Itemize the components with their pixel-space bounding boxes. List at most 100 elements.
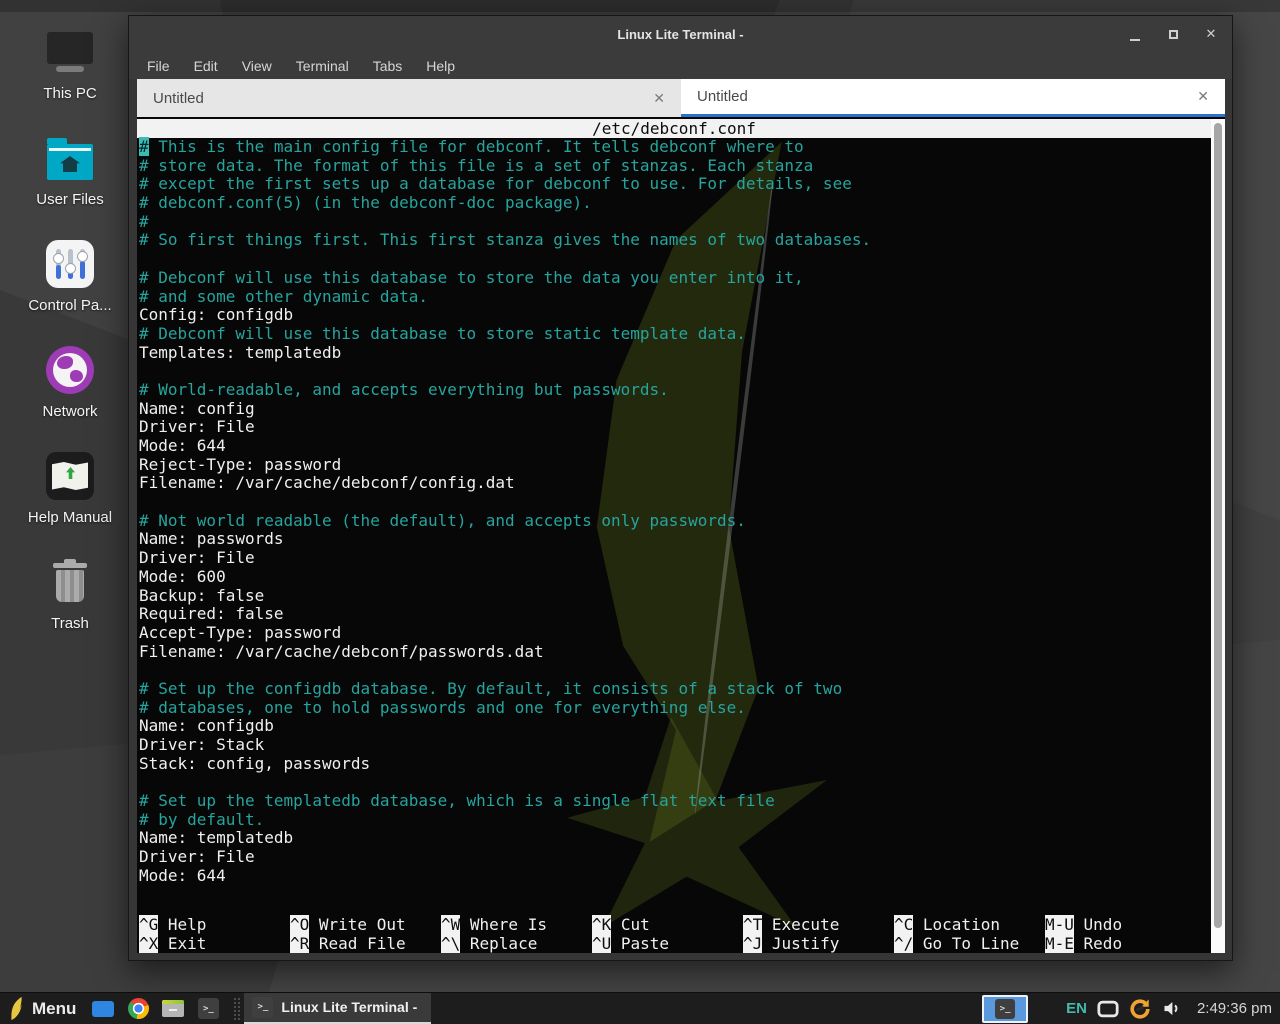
terminal-line: Filename: /var/cache/debconf/passwords.d… <box>139 643 1211 662</box>
terminal-line: # Debconf will use this database to stor… <box>139 269 1211 288</box>
nano-shortcut: ^/ Go To Line <box>894 934 1045 953</box>
terminal-line: Backup: false <box>139 587 1211 606</box>
terminal-line <box>139 362 1211 381</box>
terminal-line: Accept-Type: password <box>139 624 1211 643</box>
terminal-line <box>139 773 1211 792</box>
nano-shortcut: ^W Where Is <box>441 915 592 934</box>
window-content: Untitled ✕ Untitled ✕ GNU nano 7.2 /etc/… <box>137 79 1225 953</box>
window-controls: ✕ <box>1128 16 1218 52</box>
file-manager-icon[interactable] <box>160 996 186 1022</box>
language-indicator[interactable]: EN <box>1066 1000 1087 1017</box>
terminal-line: Name: templatedb <box>139 829 1211 848</box>
terminal-line: Mode: 600 <box>139 568 1211 587</box>
network-globe-icon <box>44 344 96 396</box>
terminal-line: Stack: config, passwords <box>139 755 1211 774</box>
system-tray: >_ EN 2:49:36 pm <box>982 995 1272 1023</box>
computer-icon <box>44 26 96 78</box>
desktop-icon-user-files[interactable]: User Files <box>8 132 132 208</box>
update-manager-icon[interactable] <box>1129 998 1151 1020</box>
terminal-screen[interactable]: GNU nano 7.2 /etc/debconf.conf # This is… <box>137 117 1225 953</box>
minimize-button[interactable] <box>1128 27 1142 41</box>
menu-file[interactable]: File <box>147 58 170 74</box>
menu-button[interactable]: Menu <box>32 999 76 1019</box>
scrollbar-thumb[interactable] <box>1214 123 1222 928</box>
terminal-line: # by default. <box>139 811 1211 830</box>
desktop-icon-label: Trash <box>51 616 89 632</box>
terminal-line: # Set up the configdb database. By defau… <box>139 680 1211 699</box>
menubar: File Edit View Terminal Tabs Help <box>129 52 1232 79</box>
nano-file-path: /etc/debconf.conf <box>137 119 1211 138</box>
terminal-line: Mode: 644 <box>139 437 1211 456</box>
nano-shortcut: ^O Write Out <box>290 915 441 934</box>
terminal-line: Required: false <box>139 605 1211 624</box>
nano-shortcut: ^G Help <box>139 915 290 934</box>
terminal-line <box>139 250 1211 269</box>
desktop-icon-help-manual[interactable]: Help Manual <box>8 450 132 526</box>
clock[interactable]: 2:49:36 pm <box>1197 1000 1272 1017</box>
terminal-line <box>139 661 1211 680</box>
nano-shortcut: ^U Paste <box>592 934 743 953</box>
desktop-icon-column: This PC User Files Control Pa... Network… <box>8 26 132 632</box>
terminal-line: Config: configdb <box>139 306 1211 325</box>
nano-shortcuts: ^G Help^O Write Out^W Where Is^K Cut^T E… <box>137 915 1211 953</box>
menu-terminal[interactable]: Terminal <box>296 58 349 74</box>
nano-shortcut-row: ^X Exit^R Read File^\ Replace^U Paste^J … <box>139 934 1211 953</box>
help-manual-icon <box>44 450 96 502</box>
tab-close-icon[interactable]: ✕ <box>1197 88 1209 105</box>
menu-tabs[interactable]: Tabs <box>373 58 403 74</box>
tray-terminal-button[interactable]: >_ <box>982 995 1028 1023</box>
scrollbar-track[interactable] <box>1211 119 1225 953</box>
nano-title-bar: GNU nano 7.2 /etc/debconf.conf <box>137 119 1211 138</box>
nano-editor: GNU nano 7.2 /etc/debconf.conf # This is… <box>137 119 1211 953</box>
terminal-line: # <box>139 213 1211 232</box>
taskbar-separator <box>234 998 240 1020</box>
terminal-line: # Debconf will use this database to stor… <box>139 325 1211 344</box>
desktop-icon-this-pc[interactable]: This PC <box>8 26 132 102</box>
linux-lite-logo-icon[interactable] <box>8 996 28 1022</box>
maximize-button[interactable] <box>1166 27 1180 41</box>
close-button[interactable]: ✕ <box>1204 27 1218 41</box>
home-folder-icon <box>44 132 96 184</box>
terminal-line: # databases, one to hold passwords and o… <box>139 699 1211 718</box>
tab-untitled-2[interactable]: Untitled ✕ <box>681 79 1225 117</box>
tab-untitled-1[interactable]: Untitled ✕ <box>137 79 681 117</box>
nano-shortcut: ^J Justify <box>743 934 894 953</box>
menu-edit[interactable]: Edit <box>194 58 218 74</box>
chrome-icon[interactable] <box>125 996 151 1022</box>
terminal-icon[interactable]: >_ <box>195 996 221 1022</box>
terminal-line: Name: configdb <box>139 717 1211 736</box>
terminal-line <box>139 493 1211 512</box>
nano-shortcut-row: ^G Help^O Write Out^W Where Is^K Cut^T E… <box>139 915 1211 934</box>
trash-icon <box>44 556 96 608</box>
nano-shortcut: ^T Execute <box>743 915 894 934</box>
tab-label: Untitled <box>697 88 748 105</box>
terminal-line: # This is the main config file for debco… <box>139 138 1211 157</box>
nano-shortcut: ^K Cut <box>592 915 743 934</box>
terminal-line: Name: config <box>139 400 1211 419</box>
menu-help[interactable]: Help <box>426 58 455 74</box>
volume-icon[interactable] <box>1161 998 1183 1020</box>
desktop-icon-label: Control Pa... <box>28 298 111 314</box>
window-title: Linux Lite Terminal - <box>617 27 743 42</box>
tab-label: Untitled <box>153 90 204 107</box>
terminal-window: Linux Lite Terminal - ✕ File Edit View T… <box>128 15 1233 961</box>
show-desktop-icon[interactable] <box>90 996 116 1022</box>
tab-close-icon[interactable]: ✕ <box>653 90 665 107</box>
terminal-line: Reject-Type: password <box>139 456 1211 475</box>
nano-shortcut: ^X Exit <box>139 934 290 953</box>
desktop: { "window": { "title": "Linux Lite Termi… <box>0 0 1280 1024</box>
menu-view[interactable]: View <box>242 58 272 74</box>
terminal-line: Driver: File <box>139 418 1211 437</box>
terminal-icon: >_ <box>995 999 1015 1019</box>
window-titlebar[interactable]: Linux Lite Terminal - ✕ <box>129 16 1232 52</box>
terminal-lines: # This is the main config file for debco… <box>137 138 1211 886</box>
desktop-icon-control-panel[interactable]: Control Pa... <box>8 238 132 314</box>
terminal-line: # World-readable, and accepts everything… <box>139 381 1211 400</box>
task-button-terminal[interactable]: >_ Linux Lite Terminal - <box>244 993 431 1024</box>
desktop-icon-trash[interactable]: Trash <box>8 556 132 632</box>
terminal-line: Filename: /var/cache/debconf/config.dat <box>139 474 1211 493</box>
terminal-line: # debconf.conf(5) (in the debconf-doc pa… <box>139 194 1211 213</box>
display-icon[interactable] <box>1097 998 1119 1020</box>
nano-shortcut: M-U Undo <box>1045 915 1211 934</box>
desktop-icon-network[interactable]: Network <box>8 344 132 420</box>
